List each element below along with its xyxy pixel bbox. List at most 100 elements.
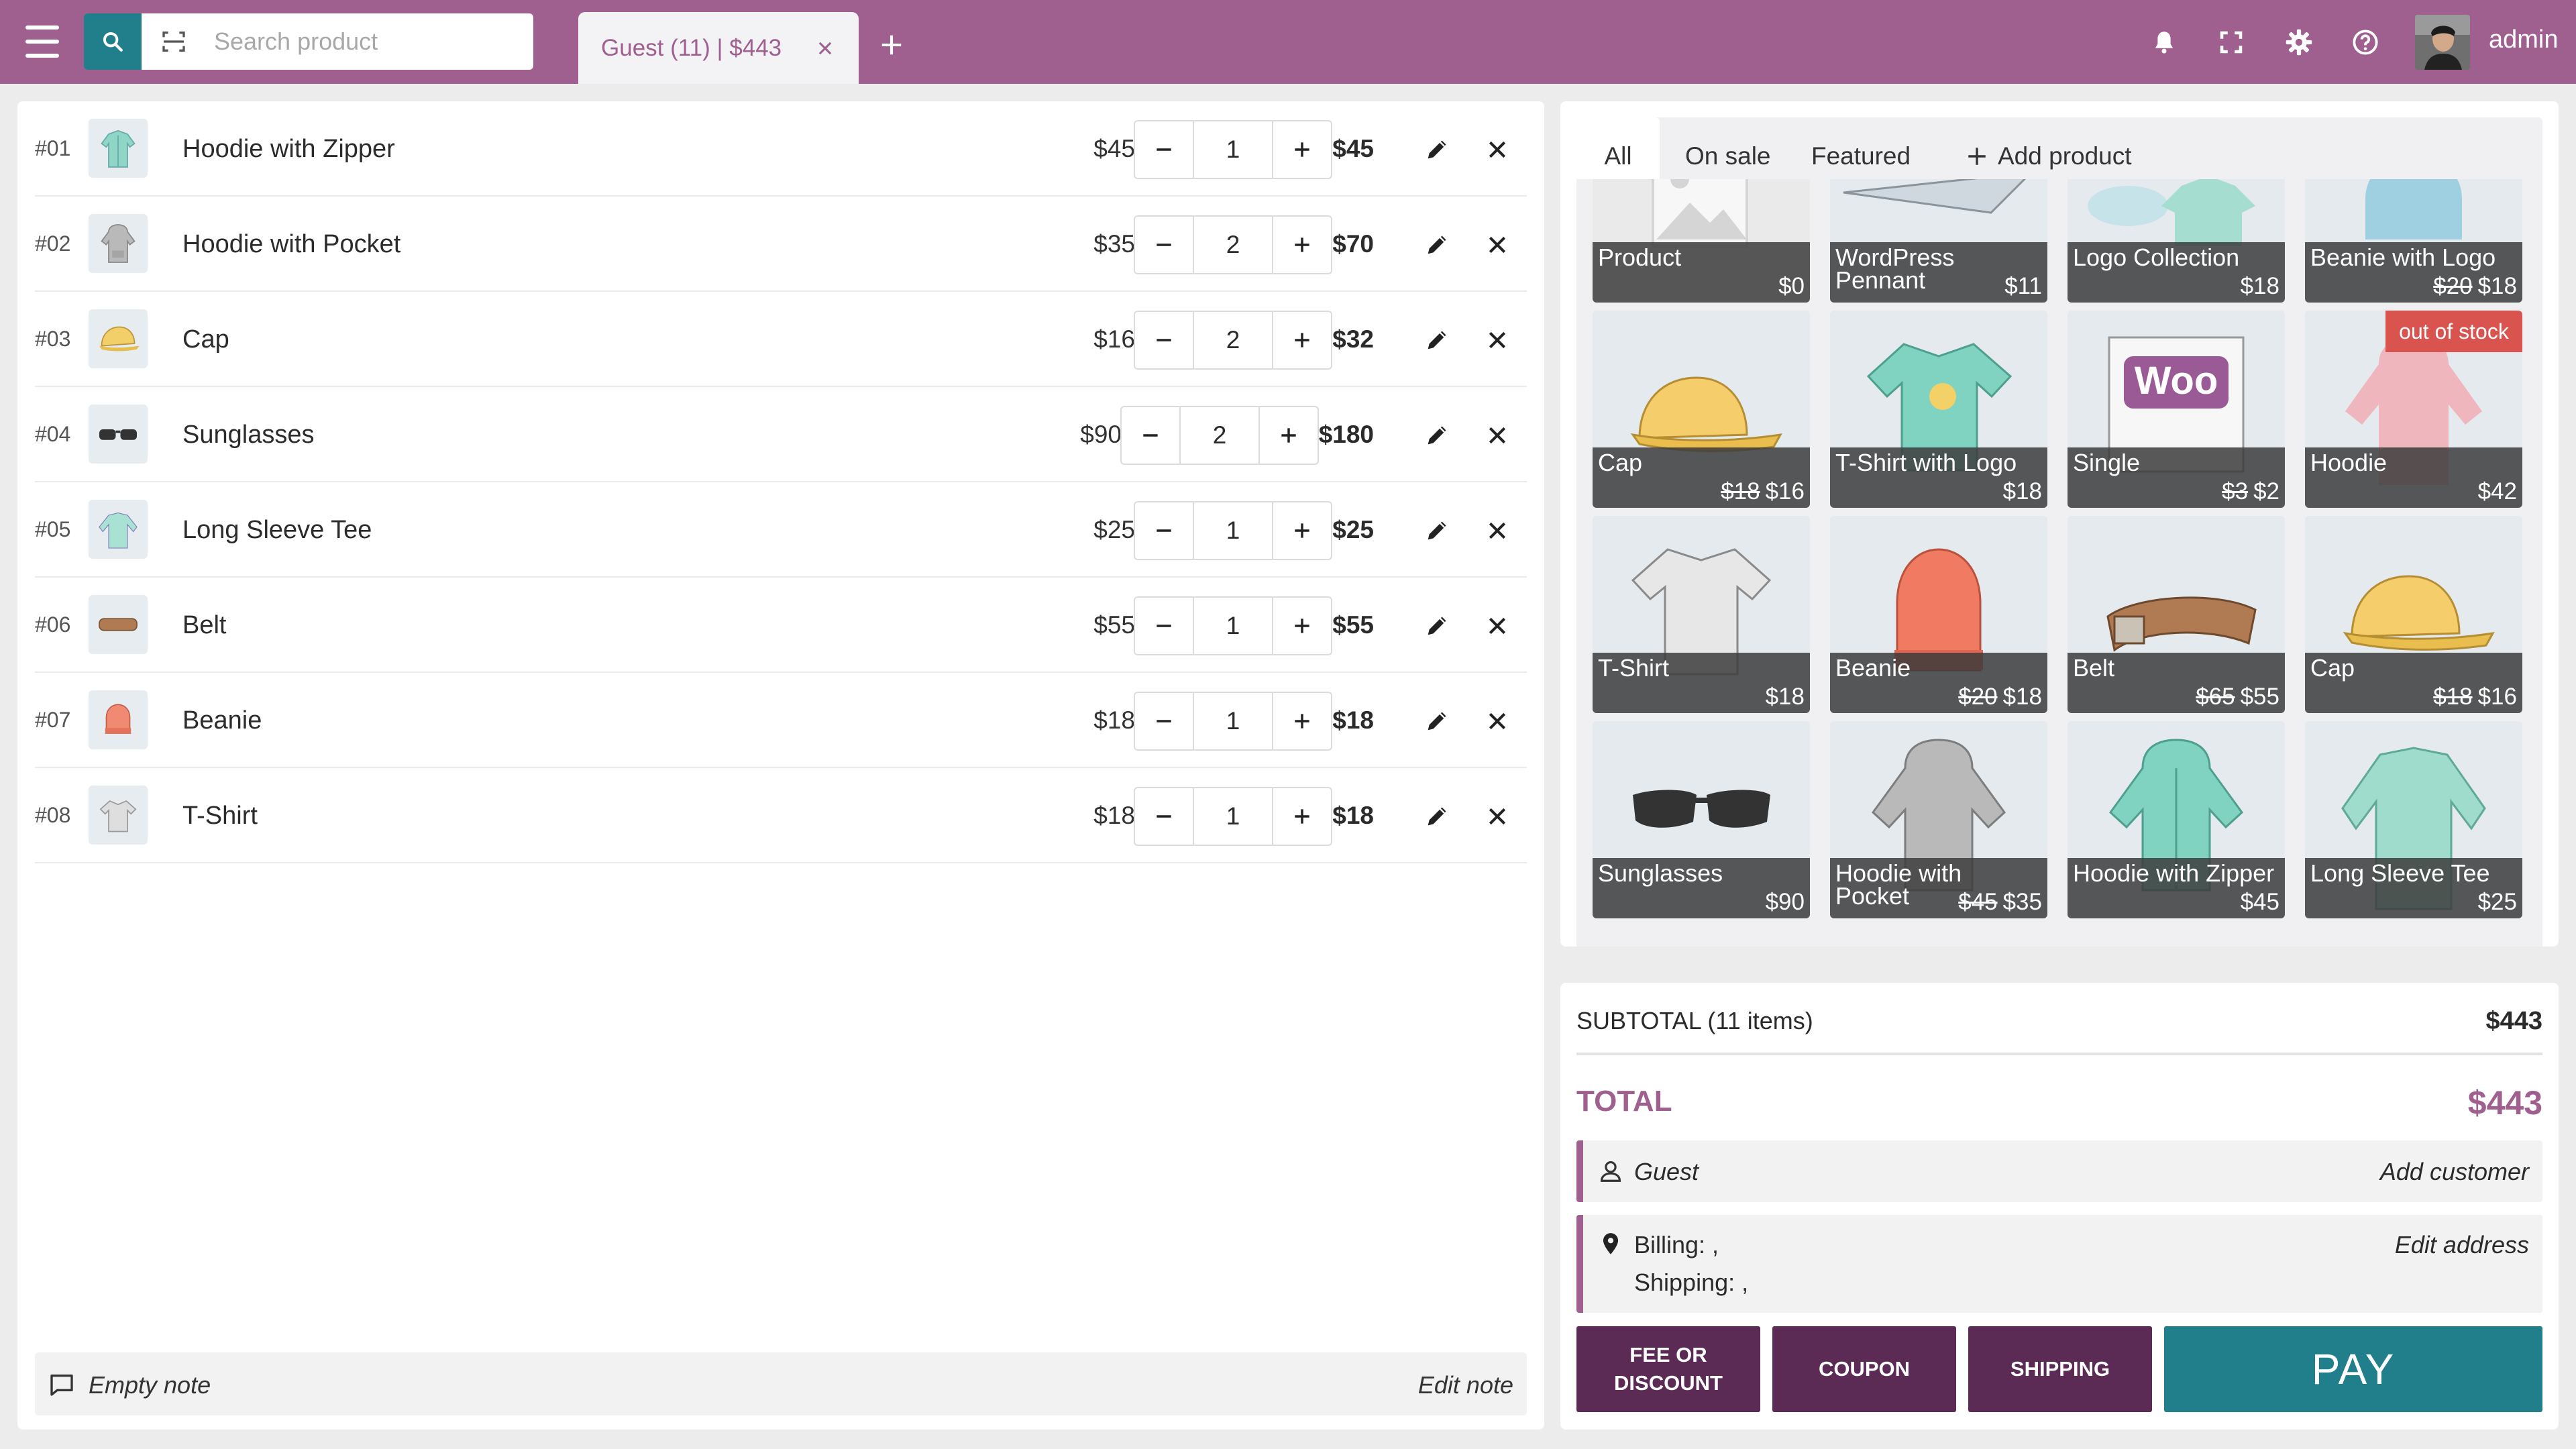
tile-price: $42 <box>2473 478 2517 505</box>
coupon-button[interactable]: COUPON <box>1772 1326 1956 1412</box>
remove-icon[interactable] <box>1487 329 1508 351</box>
product-name[interactable]: Beanie <box>182 706 262 735</box>
tile-current-price: $55 <box>2240 684 2279 710</box>
product-name[interactable]: Belt <box>182 611 226 640</box>
product-tile[interactable]: Long Sleeve Tee $25 <box>2305 721 2522 918</box>
user-icon <box>1600 1161 1621 1182</box>
product-tile[interactable]: Product $0 <box>1593 179 1810 303</box>
unit-price: $18 <box>1093 802 1135 829</box>
remove-icon[interactable] <box>1487 806 1508 827</box>
barcode-scan-icon[interactable] <box>160 28 187 55</box>
product-tile[interactable]: Belt $65 $55 <box>2068 516 2285 713</box>
product-tile[interactable]: out of stock Hoodie $42 <box>2305 311 2522 508</box>
remove-icon[interactable] <box>1487 710 1508 732</box>
billing-address: Billing: , <box>1634 1231 1719 1258</box>
tile-name: Beanie with Logo <box>2310 244 2496 271</box>
user-name[interactable]: admin <box>2489 25 2559 54</box>
pencil-icon[interactable] <box>1424 517 1450 544</box>
help-icon[interactable] <box>2351 25 2379 59</box>
decrement-button[interactable] <box>1135 502 1193 559</box>
minus-icon <box>1157 339 1171 341</box>
product-name[interactable]: Sunglasses <box>182 421 314 449</box>
remove-icon[interactable] <box>1487 520 1508 541</box>
avatar[interactable] <box>2415 15 2470 70</box>
product-tile[interactable]: T-Shirt $18 <box>1593 516 1810 713</box>
decrement-button[interactable] <box>1135 598 1193 654</box>
tile-current-price: $16 <box>2477 684 2517 710</box>
tile-old-price: $65 <box>2196 684 2235 710</box>
product-tile[interactable]: Woo Single $3 $2 <box>2068 311 2285 508</box>
product-name[interactable]: T-Shirt <box>182 802 258 830</box>
line-total: $32 <box>1332 325 1374 353</box>
remove-icon[interactable] <box>1487 234 1508 256</box>
tile-current-price: $2 <box>2253 478 2279 504</box>
add-customer-link[interactable]: Add customer <box>2380 1158 2529 1186</box>
product-tile[interactable]: WordPress Pennant $11 <box>1830 179 2047 303</box>
menu-icon[interactable] <box>25 25 59 58</box>
product-tile[interactable]: Beanie with Logo $20 $18 <box>2305 179 2522 303</box>
pay-button[interactable]: PAY <box>2164 1326 2542 1412</box>
decrement-button[interactable] <box>1135 312 1193 368</box>
product-tile[interactable]: Cap $18 $16 <box>2305 516 2522 713</box>
gear-icon[interactable] <box>2284 25 2314 59</box>
subtotal-label: SUBTOTAL (11 items) <box>1576 1007 1813 1034</box>
fee-or-discount-button[interactable]: FEE OR DISCOUNT <box>1576 1326 1760 1412</box>
product-name[interactable]: Long Sleeve Tee <box>182 516 372 545</box>
search-button[interactable] <box>84 13 142 70</box>
fee-button-label: FEE OR DISCOUNT <box>1614 1341 1723 1397</box>
shipping-button[interactable]: SHIPPING <box>1968 1326 2152 1412</box>
unit-price: $90 <box>1080 421 1122 448</box>
product-tile[interactable]: Hoodie with Zipper $45 <box>2068 721 2285 918</box>
remove-icon[interactable] <box>1487 615 1508 637</box>
pencil-icon[interactable] <box>1424 803 1450 830</box>
address-row[interactable]: Billing: , Shipping: , Edit address <box>1576 1215 2542 1313</box>
product-name[interactable]: Cap <box>182 325 229 354</box>
pencil-icon[interactable] <box>1424 422 1450 449</box>
edit-note-link[interactable]: Edit note <box>1418 1371 1513 1399</box>
tile-current-price: $16 <box>1765 478 1805 504</box>
product-tile[interactable]: T-Shirt with Logo $18 <box>1830 311 2047 508</box>
tile-overlay: Long Sleeve Tee $25 <box>2305 858 2522 918</box>
unit-price: $16 <box>1093 325 1135 353</box>
edit-address-link[interactable]: Edit address <box>2395 1231 2529 1259</box>
unit-price: $25 <box>1093 516 1135 543</box>
remove-icon[interactable] <box>1487 139 1508 160</box>
tile-name: Long Sleeve Tee <box>2310 859 2490 887</box>
decrement-button[interactable] <box>1135 217 1193 273</box>
tile-overlay: Beanie $20 $18 <box>1830 653 2047 713</box>
close-icon[interactable] <box>816 39 835 58</box>
tile-price: $25 <box>2473 889 2517 916</box>
pencil-icon[interactable] <box>1424 708 1450 735</box>
product-tile[interactable]: Cap $18 $16 <box>1593 311 1810 508</box>
decrement-button[interactable] <box>1135 693 1193 749</box>
decrement-button[interactable] <box>1135 788 1193 845</box>
pencil-icon[interactable] <box>1424 612 1450 639</box>
product-tile[interactable]: Beanie $20 $18 <box>1830 516 2047 713</box>
quantity-value[interactable]: 2 <box>1179 407 1260 464</box>
tile-overlay: Cap $18 $16 <box>2305 653 2522 713</box>
decrement-button[interactable] <box>1135 121 1193 178</box>
line-total: $18 <box>1332 802 1374 829</box>
fullscreen-icon[interactable] <box>2217 25 2245 59</box>
product-tile[interactable]: Logo Collection $18 <box>2068 179 2285 303</box>
product-thumbnail <box>89 595 148 654</box>
product-tile[interactable]: Hoodie with Pocket $45 $35 <box>1830 721 2047 918</box>
tile-name: Product <box>1598 244 1682 271</box>
decrement-button[interactable] <box>1122 407 1179 464</box>
order-note[interactable]: Empty note Edit note <box>35 1352 1527 1415</box>
product-tile[interactable]: Sunglasses $90 <box>1593 721 1810 918</box>
pencil-icon[interactable] <box>1424 136 1450 163</box>
pencil-icon[interactable] <box>1424 327 1450 354</box>
search-input[interactable] <box>214 28 523 56</box>
product-name[interactable]: Hoodie with Pocket <box>182 230 400 259</box>
order-tab[interactable]: Guest (11) | $443 <box>578 12 859 84</box>
bell-icon[interactable] <box>2150 25 2178 59</box>
product-name[interactable]: Hoodie with Zipper <box>182 135 395 164</box>
add-tab-icon[interactable] <box>879 32 904 58</box>
remove-icon[interactable] <box>1487 425 1508 446</box>
tile-name: Sunglasses <box>1598 859 1723 887</box>
tile-old-price: $3 <box>2222 478 2249 504</box>
pencil-icon[interactable] <box>1424 231 1450 258</box>
unit-price: $45 <box>1093 135 1135 162</box>
customer-row[interactable]: Guest Add customer <box>1576 1140 2542 1202</box>
